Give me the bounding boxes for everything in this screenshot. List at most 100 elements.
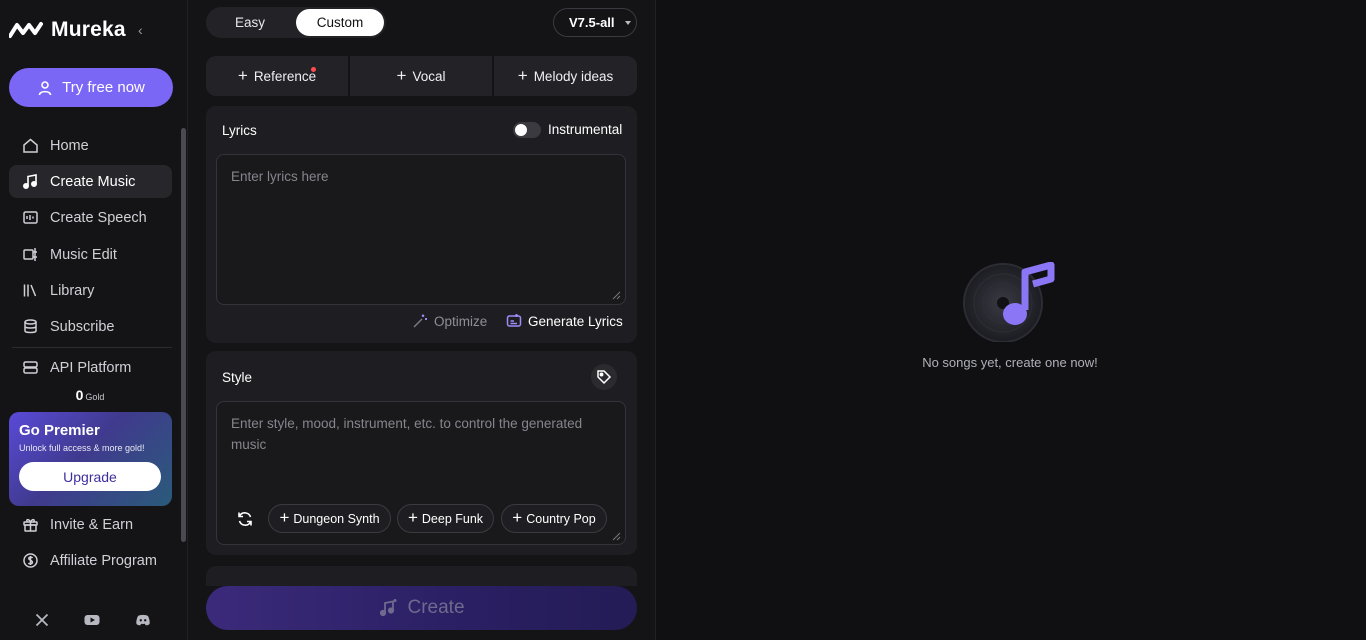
nav-label: Subscribe	[50, 318, 115, 335]
optimize-label: Optimize	[434, 313, 488, 329]
discord-icon[interactable]	[135, 612, 151, 628]
style-chip[interactable]: + Dungeon Synth	[268, 504, 391, 533]
add-reference-label: Reference	[253, 68, 317, 84]
style-label: Style	[222, 370, 253, 385]
sidebar-divider	[12, 347, 172, 348]
gift-icon	[23, 518, 38, 532]
collapse-sidebar-icon[interactable]: ‹	[138, 22, 143, 38]
youtube-icon[interactable]	[84, 612, 100, 628]
add-vocal-label: Vocal	[412, 68, 446, 84]
style-chip-label: Country Pop	[526, 511, 596, 526]
mode-easy-tab[interactable]: Easy	[208, 9, 292, 36]
dollar-icon	[23, 553, 38, 568]
tag-icon	[597, 370, 612, 385]
sidebar: Mureka ‹ Try free now Home Create Music …	[0, 0, 188, 640]
nav-label: API Platform	[50, 359, 132, 376]
refresh-icon[interactable]	[236, 510, 254, 528]
create-form: Easy Custom V7.5-all + Reference + Vocal…	[188, 0, 656, 640]
add-vocal-button[interactable]: + Vocal	[350, 56, 494, 96]
try-free-button[interactable]: Try free now	[9, 68, 173, 107]
generate-lyrics-button[interactable]: Generate Lyrics	[506, 313, 623, 329]
library-icon	[23, 284, 37, 297]
plus-icon: +	[512, 508, 523, 527]
plus-icon: +	[407, 508, 418, 527]
instrumental-toggle[interactable]	[513, 122, 541, 138]
try-free-label: Try free now	[62, 79, 145, 96]
style-chip[interactable]: + Country Pop	[501, 504, 607, 533]
nav-affiliate-program[interactable]: Affiliate Program	[9, 544, 172, 577]
version-select[interactable]: V7.5-all	[553, 8, 637, 37]
gold-value: 0	[75, 387, 84, 403]
premier-subtitle: Unlock full access & more gold!	[19, 443, 145, 453]
upgrade-button[interactable]: Upgrade	[19, 462, 161, 491]
create-label: Create	[407, 597, 465, 618]
add-melody-label: Melody ideas	[533, 68, 614, 84]
add-melody-ideas-button[interactable]: + Melody ideas	[494, 56, 637, 96]
style-preset-button[interactable]	[591, 364, 617, 390]
nav-label: Create Speech	[50, 209, 147, 226]
next-card-peek	[206, 566, 637, 586]
version-value: V7.5-all	[569, 15, 615, 30]
generate-lyrics-label: Generate Lyrics	[528, 313, 623, 329]
nav-music-edit[interactable]: Music Edit	[9, 238, 172, 271]
notification-dot	[311, 67, 316, 72]
nav-label: Library	[50, 282, 95, 299]
premier-title: Go Premier	[19, 422, 100, 439]
user-icon	[38, 80, 52, 95]
nav-create-speech[interactable]: Create Speech	[9, 201, 172, 234]
nav-invite-earn[interactable]: Invite & Earn	[9, 508, 172, 541]
lyrics-card: Lyrics Instrumental Optimize Generate Ly…	[206, 106, 637, 343]
empty-state-text: No songs yet, create one now!	[922, 355, 1098, 370]
generate-lyrics-icon	[506, 314, 522, 327]
music-edit-icon	[23, 248, 37, 261]
optimize-button[interactable]: Optimize	[412, 313, 487, 329]
go-premier-card: Go Premier Unlock full access & more gol…	[9, 412, 172, 506]
nav-subscribe[interactable]: Subscribe	[9, 310, 172, 343]
api-icon	[23, 361, 38, 374]
mureka-logo-icon	[9, 22, 43, 38]
nav-label: Music Edit	[50, 246, 117, 263]
nav-label: Home	[50, 137, 89, 154]
lyrics-label: Lyrics	[222, 123, 257, 138]
gold-unit: Gold	[85, 392, 105, 402]
song-list-empty: No songs yet, create one now!	[656, 0, 1366, 640]
subscribe-icon	[24, 319, 37, 334]
brand-name: Mureka	[51, 18, 126, 41]
gold-balance: 0 Gold	[0, 387, 180, 403]
resize-handle-icon[interactable]	[611, 290, 621, 300]
style-card: Style + Dungeon Synth + Deep Funk + Coun…	[206, 351, 637, 555]
brand[interactable]: Mureka	[9, 18, 126, 42]
music-note-icon	[22, 174, 38, 190]
music-sparkle-icon	[380, 599, 397, 617]
plus-icon: +	[237, 65, 248, 85]
app: Mureka ‹ Try free now Home Create Music …	[0, 0, 1366, 640]
add-reference-button[interactable]: + Reference	[206, 56, 350, 96]
home-icon	[23, 138, 38, 153]
instrumental-label: Instrumental	[548, 122, 623, 137]
mode-custom-tab[interactable]: Custom	[296, 9, 384, 36]
plus-icon: +	[396, 65, 407, 85]
plus-icon: +	[517, 65, 528, 85]
speech-icon	[23, 211, 38, 224]
create-button[interactable]: Create	[206, 586, 637, 630]
nav-label: Create Music	[50, 173, 136, 190]
nav-label: Affiliate Program	[50, 552, 157, 569]
resize-handle-icon[interactable]	[611, 531, 621, 541]
magic-wand-icon	[413, 314, 427, 328]
nav-home[interactable]: Home	[9, 129, 172, 162]
mode-switch: Easy Custom	[206, 7, 386, 38]
nav-create-music[interactable]: Create Music	[9, 165, 172, 198]
style-chip-label: Dungeon Synth	[293, 511, 380, 526]
chevron-down-icon	[624, 20, 631, 25]
plus-icon: +	[279, 508, 290, 527]
add-options-row: + Reference + Vocal + Melody ideas	[206, 56, 637, 96]
sidebar-scrollbar[interactable]	[181, 128, 186, 542]
style-chip[interactable]: + Deep Funk	[397, 504, 494, 533]
lyrics-input[interactable]	[216, 154, 626, 305]
nav-library[interactable]: Library	[9, 274, 172, 307]
nav-api-platform[interactable]: API Platform	[9, 351, 172, 384]
nav-label: Invite & Earn	[50, 516, 134, 533]
vinyl-music-icon	[963, 262, 1055, 342]
style-chip-label: Deep Funk	[421, 511, 484, 526]
x-icon[interactable]	[34, 612, 50, 628]
